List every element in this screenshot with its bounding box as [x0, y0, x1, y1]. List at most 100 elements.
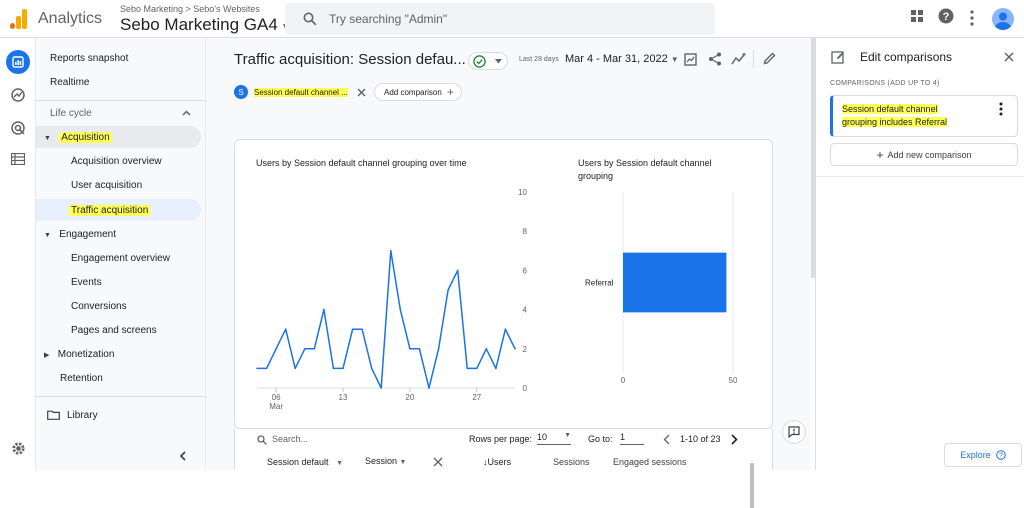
- y-tick-label: 2: [523, 345, 528, 354]
- comparison-item-referral[interactable]: Session default channel grouping include…: [830, 95, 1018, 137]
- remove-dimension-icon[interactable]: [433, 457, 443, 467]
- table-toolbar: Search... Rows per page: 10 ▼ Go to: 1 1-…: [234, 429, 773, 470]
- nav-monetization-label: Monetization: [57, 349, 115, 360]
- data-point: [265, 367, 268, 370]
- insights-icon[interactable]: [731, 52, 747, 66]
- data-point: [514, 348, 516, 350]
- data-point: [303, 348, 306, 350]
- data-point: [370, 367, 373, 370]
- data-point: [389, 250, 392, 252]
- list-icon: [11, 153, 25, 165]
- data-point: [409, 348, 411, 350]
- x-tick-label: 13: [339, 393, 348, 402]
- nav-conversions[interactable]: Conversions: [71, 301, 127, 312]
- date-preset-label[interactable]: Last 28 days: [519, 56, 559, 63]
- configure-rail-button[interactable]: [6, 147, 30, 171]
- column-header-sessions[interactable]: Sessions: [553, 457, 590, 467]
- nav-events[interactable]: Events: [71, 277, 102, 288]
- pencil-icon[interactable]: [763, 52, 776, 65]
- nav-engagement-overview[interactable]: Engagement overview: [71, 253, 170, 264]
- column-header-label: Session: [365, 456, 398, 466]
- admin-rail-button[interactable]: [6, 436, 30, 460]
- nav-library[interactable]: Library: [67, 410, 98, 421]
- data-point: [380, 387, 383, 389]
- column-header-users[interactable]: ↓Users: [483, 457, 511, 467]
- chevron-left-icon[interactable]: [663, 434, 670, 445]
- report-status-button[interactable]: [468, 52, 508, 70]
- nav-retention[interactable]: Retention: [60, 373, 103, 384]
- advertising-rail-button[interactable]: [6, 116, 30, 140]
- data-point: [351, 328, 354, 330]
- collapse-chevron-icon[interactable]: [179, 451, 187, 461]
- add-new-comparison-button[interactable]: + Add new comparison: [830, 143, 1018, 166]
- bar-referral: [623, 252, 727, 313]
- search-bar[interactable]: Try searching "Admin": [285, 3, 715, 35]
- x-tick-month-label: Mar: [269, 402, 283, 411]
- nav-monetization[interactable]: ▶ Monetization: [44, 349, 114, 360]
- column-header-session-default[interactable]: Session default ▼: [267, 457, 343, 467]
- nav-acquisition-overview[interactable]: Acquisition overview: [71, 156, 162, 167]
- more-vert-icon[interactable]: [970, 10, 974, 26]
- search-icon: [303, 12, 317, 26]
- nav-lifecycle-heading[interactable]: Life cycle: [50, 108, 92, 119]
- nav-divider: [36, 100, 206, 101]
- nav-engagement[interactable]: ▼ Engagement: [44, 229, 116, 240]
- explore-label: Explore: [960, 450, 991, 460]
- date-range-selector[interactable]: Mar 4 - Mar 31, 2022 ▼: [565, 53, 679, 65]
- nav-user-acquisition[interactable]: User acquisition: [71, 180, 142, 191]
- nav-traffic-acquisition[interactable]: Traffic acquisition: [69, 205, 151, 216]
- line-chart[interactable]: 0 2 4 6 8 10 06Mar 13 20 27: [235, 140, 555, 430]
- edit-comparisons-panel: Edit comparisons COMPARISONS (ADD UP TO …: [815, 38, 1024, 470]
- comparison-chip-referral[interactable]: S Session default channel ...: [234, 83, 354, 101]
- property-name: Sebo Marketing GA4: [120, 15, 278, 34]
- check-circle-icon: [473, 55, 486, 68]
- reports-icon: [12, 56, 24, 68]
- add-comparison-button[interactable]: Add comparison +: [374, 83, 462, 101]
- remove-comparison-icon[interactable]: [357, 88, 366, 97]
- help-circle-icon: ?: [995, 450, 1006, 460]
- help-icon[interactable]: ?: [938, 8, 954, 24]
- account-avatar[interactable]: [992, 8, 1014, 30]
- table-search-input[interactable]: Search...: [272, 434, 308, 444]
- explore-button[interactable]: Explore?: [944, 443, 1022, 467]
- caret-down-icon: ▼: [44, 135, 51, 142]
- comparison-line-2: grouping includes Referral: [842, 117, 948, 127]
- close-icon[interactable]: [1004, 52, 1014, 62]
- customize-report-icon[interactable]: [684, 52, 698, 66]
- app-name: Analytics: [38, 10, 103, 27]
- column-header-engaged-sessions[interactable]: Engaged sessions: [613, 457, 687, 467]
- share-icon[interactable]: [708, 52, 722, 66]
- data-point: [275, 348, 277, 350]
- bar-chart[interactable]: 0 50 Referral: [565, 140, 774, 430]
- nav-pages-and-screens[interactable]: Pages and screens: [71, 325, 157, 336]
- property-breadcrumb[interactable]: Sebo Marketing > Sebo's Websites: [120, 4, 260, 14]
- data-point: [437, 348, 440, 350]
- plus-icon: +: [446, 85, 454, 99]
- side-panel-title: Edit comparisons: [860, 50, 953, 64]
- category-label: Referral: [585, 279, 614, 288]
- analytics-logo[interactable]: [10, 9, 28, 29]
- target-icon: [11, 121, 25, 135]
- apps-grid-icon[interactable]: [910, 9, 924, 23]
- column-header-session[interactable]: Session ▼: [365, 456, 406, 466]
- svg-text:?: ?: [999, 453, 1003, 460]
- caret-down-icon: ▼: [44, 232, 51, 239]
- rows-per-page-select[interactable]: 10 ▼: [537, 432, 571, 445]
- nav-divider: [36, 396, 206, 397]
- nav-realtime[interactable]: Realtime: [50, 77, 89, 88]
- goto-input[interactable]: 1: [620, 432, 644, 445]
- feedback-button[interactable]: [782, 420, 806, 444]
- more-vert-icon[interactable]: [999, 102, 1003, 116]
- nav-reports-snapshot[interactable]: Reports snapshot: [50, 53, 128, 64]
- data-point: [284, 328, 287, 330]
- add-new-comparison-label: Add new comparison: [887, 149, 972, 160]
- chevron-right-icon[interactable]: [731, 434, 738, 445]
- property-selector[interactable]: Sebo Marketing GA4▼: [120, 15, 291, 35]
- data-point: [428, 387, 430, 389]
- caret-down-icon: ▼: [670, 55, 679, 64]
- chevron-up-icon[interactable]: [182, 110, 191, 116]
- reports-rail-button[interactable]: [6, 50, 30, 74]
- nav-acquisition[interactable]: ▼ Acquisition: [44, 132, 112, 143]
- x-tick-label: 0: [621, 376, 626, 385]
- explore-rail-button[interactable]: [6, 83, 30, 107]
